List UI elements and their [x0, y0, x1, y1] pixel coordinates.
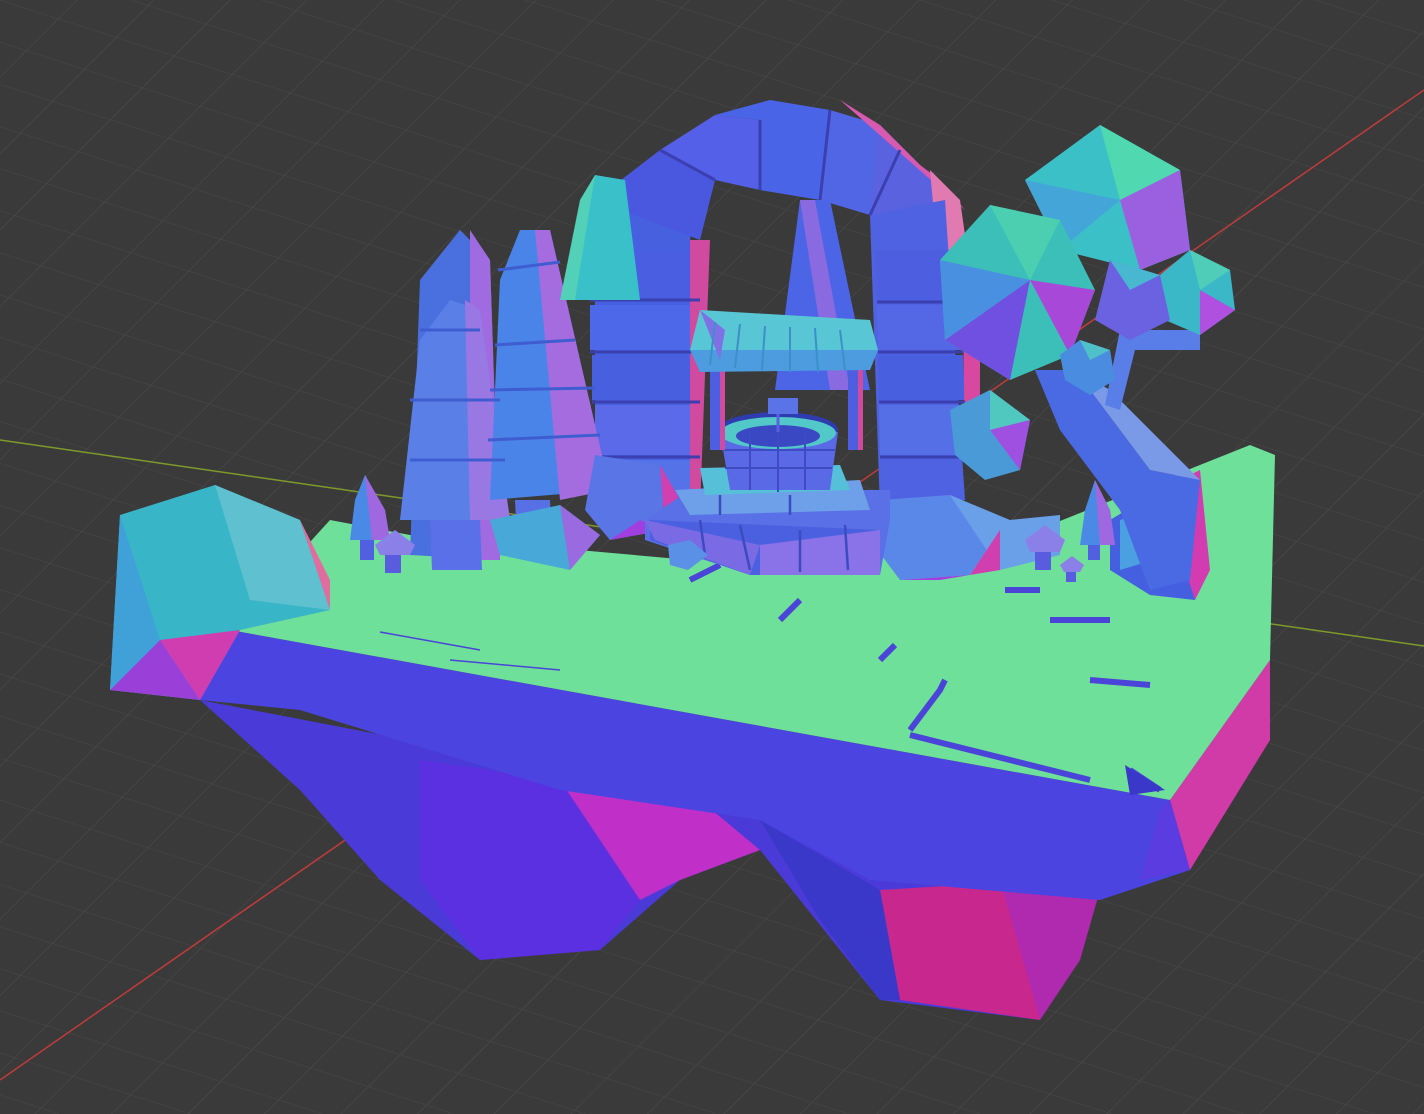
- viewport-canvas[interactable]: [0, 0, 1424, 1114]
- well-roof: [690, 310, 878, 373]
- 3d-viewport[interactable]: [0, 0, 1424, 1114]
